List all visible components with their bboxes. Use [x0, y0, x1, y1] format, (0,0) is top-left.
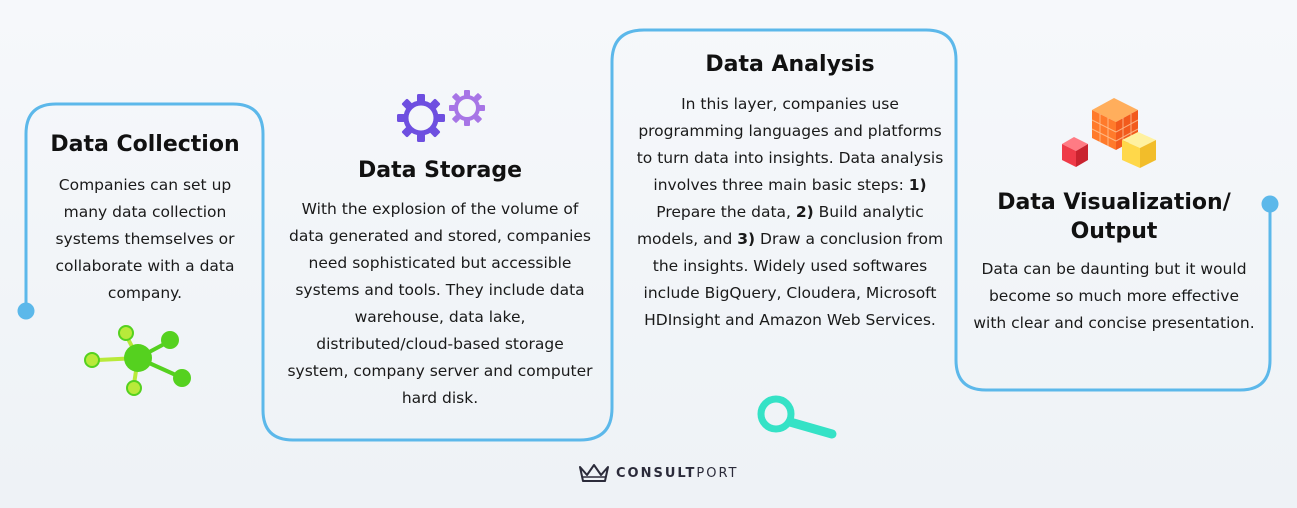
data-analysis-title: Data Analysis: [705, 52, 875, 77]
timeline-end-dot: [1261, 195, 1279, 213]
data-storage-description: With the explosion of the volume of data…: [287, 200, 593, 407]
data-collection-title: Data Collection: [50, 132, 240, 157]
timeline-start-dot: [17, 302, 35, 320]
data-visualization-title: Data Visualization/ Output: [997, 190, 1231, 244]
data-analysis-description: In this layer, companies use programming…: [636, 95, 944, 329]
magnifying-glass-icon: [757, 395, 837, 439]
data-visualization-description: Data can be daunting but it would become…: [973, 260, 1255, 332]
cubes-icon: [1062, 98, 1156, 168]
network-nodes-icon: [84, 325, 191, 396]
data-collection-description: Companies can set up many data collectio…: [55, 176, 235, 302]
gears-icon: [397, 90, 485, 142]
logo-text: CONSULTPORT: [616, 465, 739, 481]
crown-icon: [579, 464, 609, 482]
data-storage-title: Data Storage: [358, 158, 522, 183]
consultport-logo: CONSULTPORT: [578, 462, 739, 484]
